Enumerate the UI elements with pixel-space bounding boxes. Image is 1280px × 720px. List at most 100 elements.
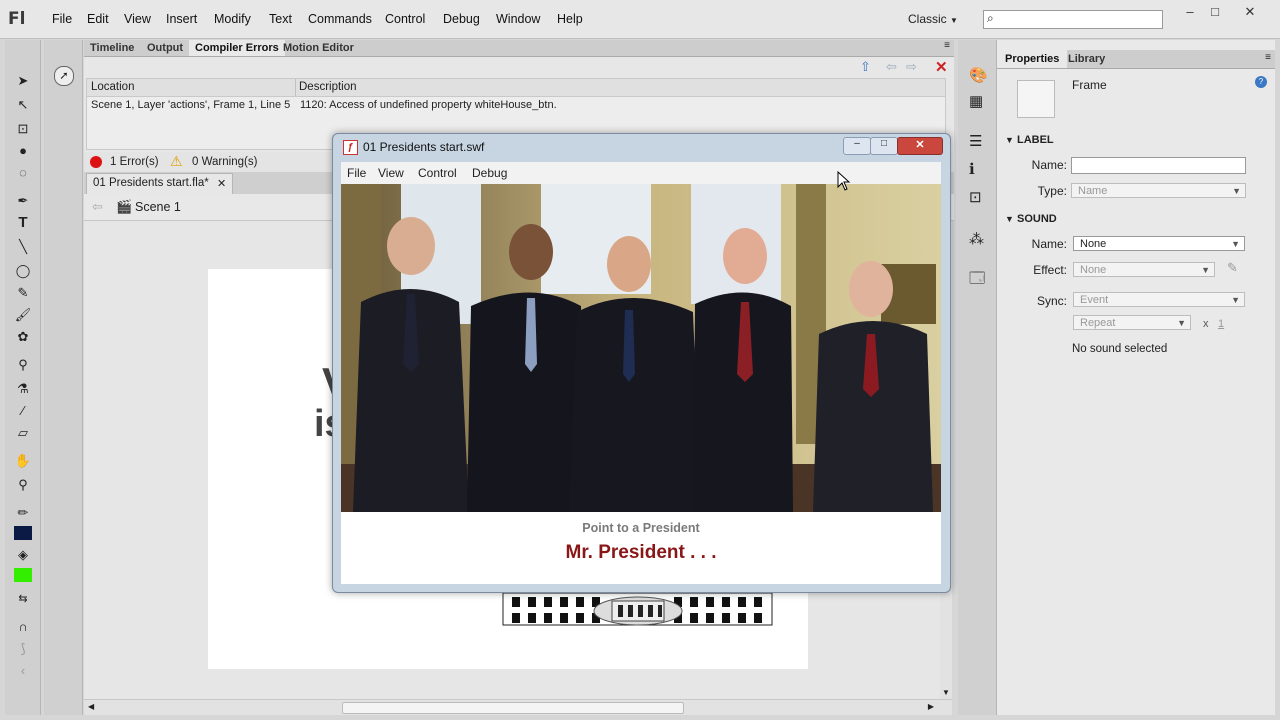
oval-tool-icon[interactable]: ◯ bbox=[13, 262, 33, 280]
close-button[interactable]: ✕ bbox=[1235, 4, 1265, 24]
chevron-down-icon: ▼ bbox=[1005, 214, 1014, 224]
panel-menu-icon[interactable]: ≡ bbox=[944, 40, 950, 51]
back-arrow-icon[interactable]: ⇦ bbox=[92, 199, 103, 215]
straighten-icon[interactable]: ‹ bbox=[13, 662, 33, 680]
tab-output[interactable]: Output bbox=[141, 40, 189, 56]
help-icon[interactable]: ? bbox=[1255, 76, 1267, 88]
frame-name-input[interactable] bbox=[1071, 157, 1246, 174]
movie-explorer-icon[interactable]: 🗔 bbox=[969, 268, 985, 293]
edit-envelope-icon[interactable]: ✎ bbox=[1227, 260, 1238, 276]
menu-file[interactable]: File bbox=[52, 12, 72, 26]
menu-edit[interactable]: Edit bbox=[87, 12, 109, 26]
hand-tool-icon[interactable]: ✋ bbox=[13, 452, 33, 470]
scene-name[interactable]: Scene 1 bbox=[135, 200, 181, 214]
lasso-tool-icon[interactable]: ◌ bbox=[13, 164, 33, 182]
column-location[interactable]: Location bbox=[91, 81, 134, 93]
bone-tool-icon[interactable]: ⚲ bbox=[13, 356, 33, 374]
effect-select[interactable]: None ▼ bbox=[1073, 262, 1215, 277]
next-error-icon[interactable]: ⇨ bbox=[906, 59, 917, 75]
menu-text[interactable]: Text bbox=[269, 12, 292, 26]
stroke-color-swatch[interactable] bbox=[14, 526, 32, 540]
menu-view[interactable]: View bbox=[124, 12, 151, 26]
workspace-switcher[interactable]: Classic ▼ bbox=[908, 12, 958, 26]
sound-section-header[interactable]: ▼ SOUND bbox=[1005, 213, 1057, 225]
tab-properties[interactable]: Properties bbox=[997, 50, 1068, 68]
scroll-thumb[interactable] bbox=[342, 702, 684, 714]
3d-rotation-tool-icon[interactable]: ● bbox=[13, 142, 33, 160]
clear-errors-icon[interactable]: ✕ bbox=[935, 58, 948, 76]
brush-tool-icon[interactable]: 🖌 bbox=[13, 306, 33, 324]
column-description[interactable]: Description bbox=[299, 81, 357, 93]
menu-modify[interactable]: Modify bbox=[214, 12, 251, 26]
help-search-input[interactable]: ⌕ bbox=[983, 10, 1163, 29]
swf-menu-view[interactable]: View bbox=[378, 166, 404, 180]
tab-motion-editor[interactable]: Motion Editor bbox=[277, 40, 360, 56]
motion-presets-icon[interactable]: ➚ bbox=[54, 66, 74, 86]
table-row[interactable]: Scene 1, Layer 'actions', Frame 1, Line … bbox=[87, 97, 945, 115]
document-tab[interactable]: 01 Presidents start.fla* ✕ bbox=[86, 173, 233, 194]
maximize-button[interactable]: □ bbox=[1200, 4, 1230, 24]
components-panel-icon[interactable]: ⁂ bbox=[969, 230, 984, 248]
fill-color-swatch[interactable] bbox=[14, 568, 32, 582]
repeat-count[interactable]: 1 bbox=[1218, 318, 1224, 330]
zoom-tool-icon[interactable]: ⚲ bbox=[13, 476, 33, 494]
swf-minimize-button[interactable]: – bbox=[843, 137, 871, 155]
menu-debug[interactable]: Debug bbox=[443, 12, 480, 26]
deco-tool-icon[interactable]: ✿ bbox=[13, 328, 33, 346]
smooth-icon[interactable]: ⟆ bbox=[13, 640, 33, 658]
panel-menu-icon[interactable]: ≡ bbox=[1265, 52, 1271, 63]
column-divider[interactable] bbox=[295, 79, 296, 96]
tab-library[interactable]: Library bbox=[1060, 50, 1113, 68]
menu-commands[interactable]: Commands bbox=[308, 12, 372, 26]
sync-select[interactable]: Event ▼ bbox=[1073, 292, 1245, 307]
previous-error-icon[interactable]: ⇦ bbox=[886, 59, 897, 75]
pencil-tool-icon[interactable]: ✎ bbox=[13, 284, 33, 302]
menu-window[interactable]: Window bbox=[496, 12, 540, 26]
swap-colors-icon[interactable]: ⇆ bbox=[13, 590, 33, 608]
swf-maximize-button[interactable]: □ bbox=[870, 137, 898, 155]
chevron-down-icon: ▼ bbox=[1231, 239, 1240, 249]
swf-menu-file[interactable]: File bbox=[347, 166, 366, 180]
scroll-left-icon[interactable]: ◀ bbox=[88, 702, 94, 711]
subselection-tool-icon[interactable]: ↖ bbox=[13, 96, 33, 114]
sound-name-select[interactable]: None ▼ bbox=[1073, 236, 1245, 251]
eyedropper-tool-icon[interactable]: ⁄ bbox=[13, 402, 33, 420]
close-tab-icon[interactable]: ✕ bbox=[217, 177, 226, 190]
stroke-color-icon[interactable]: ✏ bbox=[13, 504, 33, 522]
properties-tabs: Properties Library ≡ bbox=[997, 50, 1275, 69]
object-type-label: Frame bbox=[1072, 78, 1107, 92]
line-tool-icon[interactable]: ╲ bbox=[13, 238, 33, 256]
bottom-panel-tabs: Timeline Output Compiler Errors Motion E… bbox=[84, 40, 954, 57]
scroll-down-icon[interactable]: ▼ bbox=[942, 688, 950, 697]
fill-color-icon[interactable]: ◈ bbox=[13, 546, 33, 564]
transform-panel-icon[interactable]: ⊡ bbox=[969, 188, 982, 206]
go-to-source-icon[interactable]: ⇧ bbox=[860, 59, 871, 75]
text-tool-icon[interactable]: T bbox=[13, 214, 33, 232]
snap-to-objects-icon[interactable]: ∩ bbox=[13, 618, 33, 636]
presidents-photo[interactable] bbox=[341, 184, 941, 512]
free-transform-tool-icon[interactable]: ⊡ bbox=[13, 120, 33, 138]
swf-menu-debug[interactable]: Debug bbox=[472, 166, 507, 180]
paint-bucket-tool-icon[interactable]: ⚗ bbox=[13, 380, 33, 398]
white-house-button-graphic[interactable] bbox=[502, 587, 774, 627]
info-panel-icon[interactable]: ℹ bbox=[969, 160, 975, 178]
pen-tool-icon[interactable]: ✒ bbox=[13, 192, 33, 210]
frame-type-select[interactable]: Name ▼ bbox=[1071, 183, 1246, 198]
menu-insert[interactable]: Insert bbox=[166, 12, 197, 26]
scroll-right-icon[interactable]: ▶ bbox=[928, 702, 934, 711]
selection-tool-icon[interactable]: ➤ bbox=[13, 72, 33, 90]
swf-player-window[interactable]: ƒ 01 Presidents start.swf – □ ✕ File Vie… bbox=[332, 133, 951, 593]
eraser-tool-icon[interactable]: ▱ bbox=[13, 424, 33, 442]
horizontal-scrollbar[interactable]: ◀ ▶ bbox=[84, 699, 952, 715]
swatches-panel-icon[interactable]: ▦ bbox=[969, 92, 983, 110]
label-section-header[interactable]: ▼ LABEL bbox=[1005, 134, 1054, 146]
color-panel-icon[interactable]: 🎨 bbox=[969, 66, 988, 84]
swf-menu-control[interactable]: Control bbox=[418, 166, 457, 180]
tab-compiler-errors[interactable]: Compiler Errors bbox=[189, 40, 285, 56]
tab-timeline[interactable]: Timeline bbox=[84, 40, 140, 56]
menu-help[interactable]: Help bbox=[557, 12, 583, 26]
menu-control[interactable]: Control bbox=[385, 12, 425, 26]
swf-close-button[interactable]: ✕ bbox=[897, 137, 943, 155]
align-panel-icon[interactable]: ☰ bbox=[969, 132, 982, 150]
repeat-select[interactable]: Repeat ▼ bbox=[1073, 315, 1191, 330]
